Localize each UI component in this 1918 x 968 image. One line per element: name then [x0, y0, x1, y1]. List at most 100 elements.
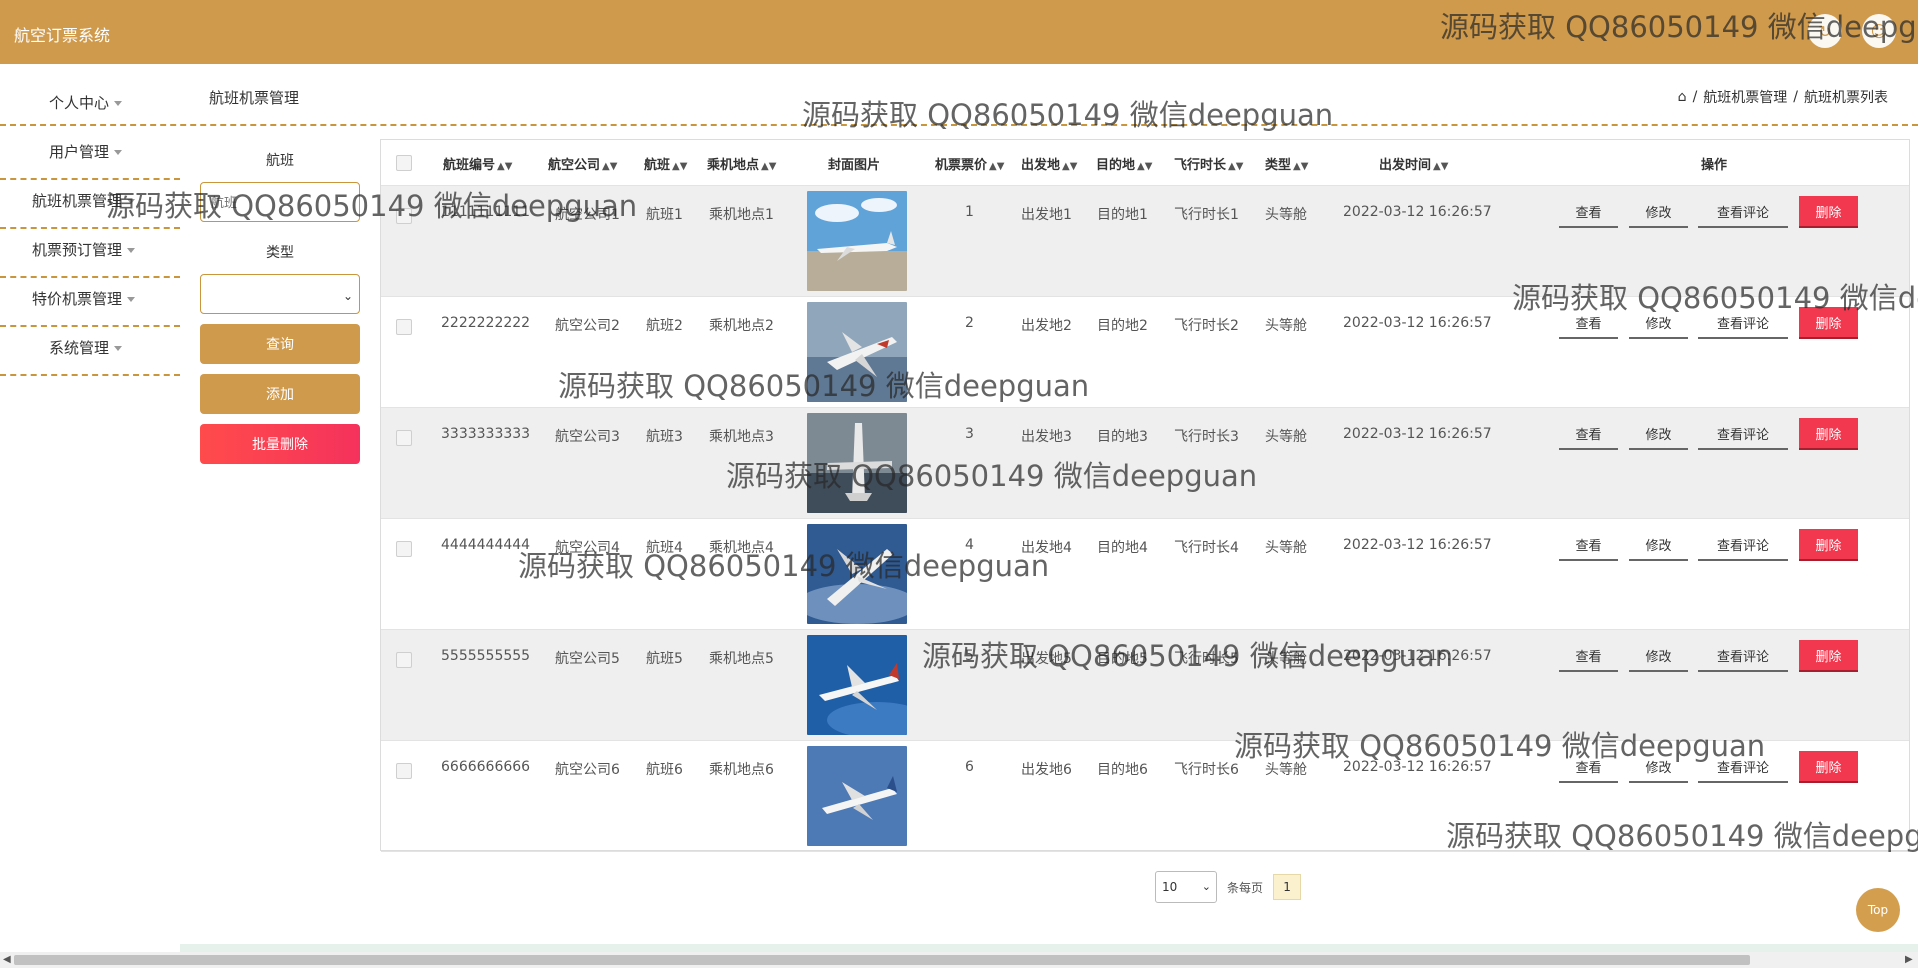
sidebar-item-booking-management[interactable]: 机票预订管理 [0, 229, 180, 278]
cover-image [807, 635, 907, 735]
column-header[interactable]: 机票票价 ▲▼ [935, 154, 1004, 173]
back-to-top-button[interactable]: Top [1856, 888, 1900, 932]
user-icon[interactable]: ☺ [1862, 14, 1896, 48]
cell-boarding: 乘机地点6 [709, 762, 774, 778]
divider [0, 124, 1918, 126]
cell-type: 头等舱 [1265, 207, 1307, 223]
cell-price: 4 [965, 537, 974, 553]
cover-image [807, 746, 907, 846]
delete-button[interactable]: 删除 [1799, 529, 1858, 561]
column-header: 封面图片 [828, 158, 881, 173]
cover-image [807, 413, 907, 513]
type-select[interactable]: ⌄ [200, 274, 360, 314]
sidebar-item-flight-ticket-management[interactable]: 航班机票管理 [0, 180, 180, 229]
view-button[interactable]: 查看 [1559, 640, 1618, 672]
column-header[interactable]: 出发地 ▲▼ [1021, 154, 1077, 173]
row-checkbox[interactable] [396, 652, 412, 668]
flight-search-input[interactable] [200, 182, 360, 222]
cell-price: 5 [965, 648, 974, 664]
page-size-select[interactable]: 10 ⌄ [1155, 871, 1217, 903]
sidebar-item-special-ticket-management[interactable]: 特价机票管理 [0, 278, 180, 327]
home-icon[interactable]: ⌂ [1678, 89, 1687, 105]
breadcrumb: ⌂ / 航班机票管理 / 航班机票列表 [1678, 87, 1888, 107]
page-size-value: 10 [1162, 880, 1178, 894]
cell-duration: 飞行时长3 [1174, 429, 1239, 445]
page-number[interactable]: 1 [1273, 874, 1302, 900]
chevron-down-icon [114, 101, 123, 106]
breadcrumb-item[interactable]: 航班机票管理 [1703, 87, 1787, 107]
row-checkbox[interactable] [396, 208, 412, 224]
cell-airline: 航空公司1 [555, 207, 620, 223]
cell-to: 目的地5 [1097, 651, 1148, 667]
cell-boarding: 乘机地点4 [709, 540, 774, 556]
row-checkbox[interactable] [396, 763, 412, 779]
batch-delete-button[interactable]: 批量删除 [200, 424, 360, 464]
cell-depart-time: 2022-03-12 16:26:57 [1343, 648, 1492, 664]
sidebar-item-label: 机票预订管理 [32, 241, 123, 259]
view-comments-button[interactable]: 查看评论 [1698, 751, 1788, 783]
scrollbar-thumb[interactable] [14, 955, 1750, 965]
view-button[interactable]: 查看 [1559, 529, 1618, 561]
cell-depart-time: 2022-03-12 16:26:57 [1343, 426, 1492, 442]
edit-button[interactable]: 修改 [1629, 640, 1688, 672]
column-header[interactable]: 航空公司 ▲▼ [548, 154, 617, 173]
delete-button[interactable]: 删除 [1799, 418, 1858, 450]
select-all-checkbox[interactable] [396, 155, 412, 171]
edit-button[interactable]: 修改 [1629, 307, 1688, 339]
row-checkbox[interactable] [396, 430, 412, 446]
app-title: 航空订票系统 [14, 26, 111, 45]
sidebar-item-label: 用户管理 [49, 143, 110, 161]
row-checkbox[interactable] [396, 319, 412, 335]
view-button[interactable]: 查看 [1559, 418, 1618, 450]
column-header[interactable]: 目的地 ▲▼ [1096, 154, 1152, 173]
cell-type: 头等舱 [1265, 651, 1307, 667]
edit-button[interactable]: 修改 [1629, 196, 1688, 228]
column-header[interactable]: 航班编号 ▲▼ [443, 154, 512, 173]
view-button[interactable]: 查看 [1559, 307, 1618, 339]
scroll-left-icon[interactable]: ◀ [3, 954, 11, 965]
edit-button[interactable]: 修改 [1629, 529, 1688, 561]
delete-button[interactable]: 删除 [1799, 751, 1858, 783]
query-button[interactable]: 查询 [200, 324, 360, 364]
column-header[interactable]: 类型 ▲▼ [1265, 154, 1308, 173]
cell-type: 头等舱 [1265, 429, 1307, 445]
chevron-down-icon: ⌄ [1201, 880, 1211, 893]
view-comments-button[interactable]: 查看评论 [1698, 640, 1788, 672]
horizontal-scrollbar[interactable]: ◀ ▶ [0, 952, 1918, 968]
sort-icon: ▲▼ [497, 161, 513, 172]
add-button[interactable]: 添加 [200, 374, 360, 414]
view-comments-button[interactable]: 查看评论 [1698, 307, 1788, 339]
breadcrumb-item: 航班机票列表 [1804, 90, 1888, 106]
cell-from: 出发地1 [1021, 207, 1072, 223]
edit-button[interactable]: 修改 [1629, 418, 1688, 450]
cell-airline: 航空公司3 [555, 429, 620, 445]
cell-boarding: 乘机地点2 [709, 318, 774, 334]
view-comments-button[interactable]: 查看评论 [1698, 418, 1788, 450]
delete-button[interactable]: 删除 [1799, 640, 1858, 672]
flight-table: 航班编号 ▲▼ 航空公司 ▲▼ 航班 ▲▼ 乘机地点 ▲▼ 封面图片 机票票价 ▲▼ 出发… [380, 139, 1910, 852]
cell-duration: 飞行时长6 [1174, 762, 1239, 778]
edit-button[interactable]: 修改 [1629, 751, 1688, 783]
sidebar-item-system-management[interactable]: 系统管理 [0, 327, 180, 376]
column-header[interactable]: 飞行时长 ▲▼ [1174, 154, 1243, 173]
scroll-right-icon[interactable]: ▶ [1905, 954, 1913, 965]
view-button[interactable]: 查看 [1559, 751, 1618, 783]
delete-button[interactable]: 删除 [1799, 196, 1858, 228]
refresh-icon[interactable]: ↻ [1808, 14, 1842, 48]
view-comments-button[interactable]: 查看评论 [1698, 529, 1788, 561]
sidebar-item-user-management[interactable]: 用户管理 [0, 131, 180, 180]
cell-flight: 航班1 [646, 207, 683, 223]
table-row: 3333333333 航空公司3 航班3 乘机地点3 3 出发地3 目的地3 飞… [381, 408, 1909, 519]
view-comments-button[interactable]: 查看评论 [1698, 196, 1788, 228]
cell-boarding: 乘机地点1 [709, 207, 774, 223]
delete-button[interactable]: 删除 [1799, 307, 1858, 339]
column-header[interactable]: 航班 ▲▼ [644, 154, 687, 173]
cell-boarding: 乘机地点5 [709, 651, 774, 667]
column-header[interactable]: 乘机地点 ▲▼ [707, 154, 776, 173]
flight-label: 航班 [266, 153, 294, 169]
column-header[interactable]: 出发时间 ▲▼ [1379, 154, 1448, 173]
row-checkbox[interactable] [396, 541, 412, 557]
chevron-down-icon: ⌄ [342, 289, 353, 303]
sort-icon: ▲▼ [1137, 161, 1153, 172]
view-button[interactable]: 查看 [1559, 196, 1618, 228]
